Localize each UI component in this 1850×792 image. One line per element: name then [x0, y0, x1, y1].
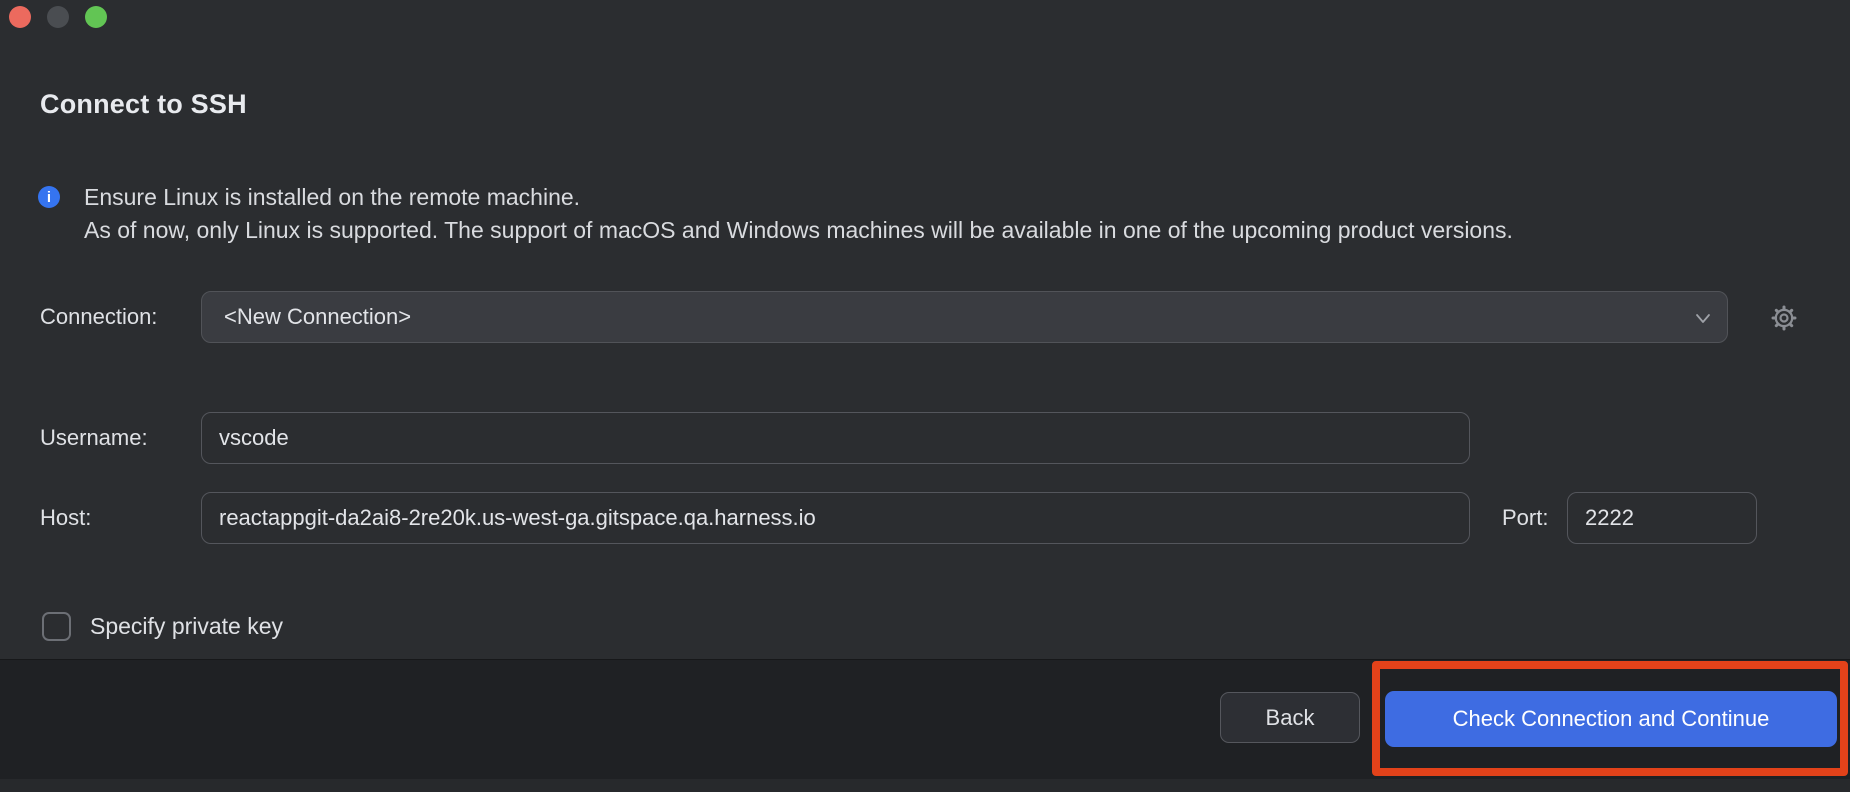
page-title: Connect to SSH: [40, 89, 247, 120]
info-line-2: As of now, only Linux is supported. The …: [84, 214, 1513, 247]
specify-private-key-label: Specify private key: [90, 611, 283, 642]
back-button[interactable]: Back: [1220, 692, 1360, 743]
window-bottom-edge: [0, 779, 1850, 792]
connection-dropdown-value: <New Connection>: [202, 304, 411, 330]
connection-settings-button[interactable]: [1769, 305, 1799, 335]
host-label: Host:: [40, 492, 91, 544]
gear-icon: [1770, 304, 1798, 337]
connection-dropdown[interactable]: <New Connection>: [201, 291, 1728, 343]
window-close-button[interactable]: [9, 6, 31, 28]
host-input[interactable]: [201, 492, 1470, 544]
info-line-1: Ensure Linux is installed on the remote …: [84, 181, 1513, 214]
port-label: Port:: [1502, 492, 1548, 544]
check-connection-and-continue-button[interactable]: Check Connection and Continue: [1385, 691, 1837, 747]
chevron-down-icon: [1693, 308, 1713, 328]
username-input[interactable]: [201, 412, 1470, 464]
window-minimize-button[interactable]: [47, 6, 69, 28]
username-label: Username:: [40, 412, 148, 464]
port-input[interactable]: [1567, 492, 1757, 544]
specify-private-key-checkbox[interactable]: [42, 612, 71, 641]
connection-label: Connection:: [40, 291, 157, 343]
window-zoom-button[interactable]: [85, 6, 107, 28]
info-icon: i: [38, 186, 60, 208]
info-banner: Ensure Linux is installed on the remote …: [84, 181, 1513, 247]
